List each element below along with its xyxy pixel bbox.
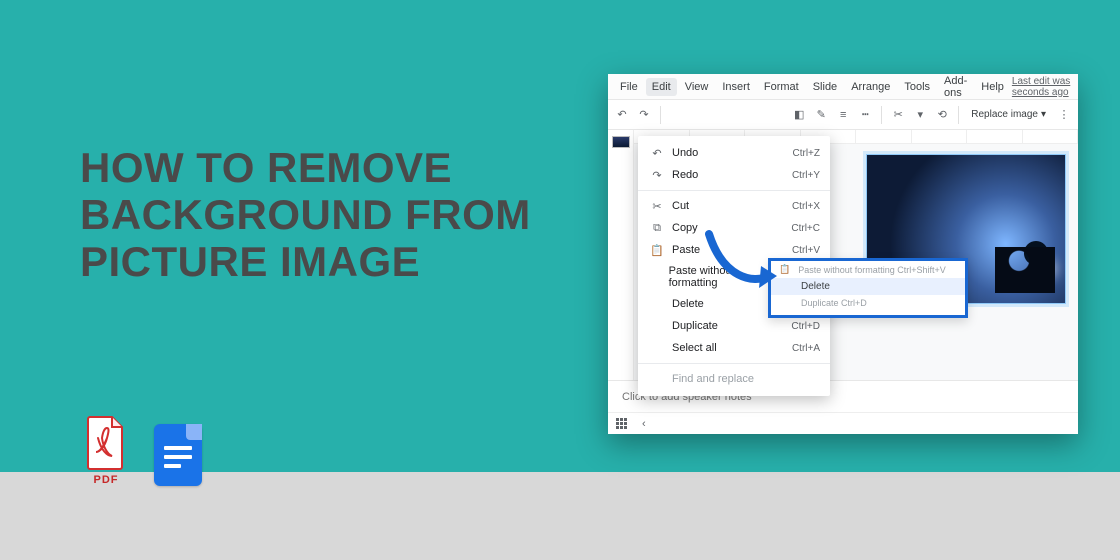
replace-image-button[interactable]: Replace image▾ bbox=[967, 107, 1050, 122]
mask-icon[interactable]: ▾ bbox=[912, 107, 928, 123]
last-edit-link[interactable]: Last edit was seconds ago bbox=[1012, 76, 1072, 98]
annotation-arrow bbox=[703, 228, 783, 301]
menu-edit[interactable]: Edit bbox=[646, 78, 677, 96]
zoom-row-delete[interactable]: Delete bbox=[771, 278, 965, 295]
more-icon[interactable]: ⋮ bbox=[1056, 107, 1072, 123]
toolbar: ↶ ↷ ◧ ✎ ≡ ┅ ✂ ▾ ⟲ Replace image▾ ⋮ bbox=[608, 100, 1078, 130]
page-title: HOW TO REMOVE BACKGROUND FROM PICTURE IM… bbox=[80, 144, 540, 285]
undo-icon[interactable]: ↶ bbox=[614, 107, 630, 123]
chevron-left-icon[interactable]: ‹ bbox=[642, 418, 646, 430]
menubar: File Edit View Insert Format Slide Arran… bbox=[608, 74, 1078, 100]
slide-thumbnail[interactable] bbox=[612, 136, 630, 148]
undo-icon: ↶ bbox=[650, 146, 664, 160]
pdf-icon[interactable]: PDF bbox=[80, 416, 132, 486]
dd-find-replace[interactable]: Find and replace bbox=[638, 368, 830, 390]
copy-icon: ⧉ bbox=[650, 221, 664, 235]
dd-redo[interactable]: ↷RedoCtrl+Y bbox=[638, 164, 830, 186]
zoom-row-top: 📋Paste without formatting Ctrl+Shift+V bbox=[771, 261, 965, 278]
reset-icon[interactable]: ⟲ bbox=[934, 107, 950, 123]
zoom-callout: 📋Paste without formatting Ctrl+Shift+V D… bbox=[768, 258, 968, 318]
menu-help[interactable]: Help bbox=[975, 78, 1010, 96]
thumbnail-strip[interactable] bbox=[608, 130, 634, 380]
cut-icon: ✂ bbox=[650, 199, 664, 213]
grid-view-icon[interactable] bbox=[616, 418, 628, 430]
menu-view[interactable]: View bbox=[679, 78, 715, 96]
fill-color-icon[interactable]: ◧ bbox=[791, 107, 807, 123]
menu-slide[interactable]: Slide bbox=[807, 78, 843, 96]
menu-insert[interactable]: Insert bbox=[716, 78, 756, 96]
menu-file[interactable]: File bbox=[614, 78, 644, 96]
redo-icon: ↷ bbox=[650, 168, 664, 182]
dd-select-all[interactable]: Select allCtrl+A bbox=[638, 337, 830, 359]
menu-addons[interactable]: Add-ons bbox=[938, 72, 973, 102]
footer-bar: ‹ bbox=[608, 412, 1078, 434]
border-dash-icon[interactable]: ┅ bbox=[857, 107, 873, 123]
paste-icon: 📋 bbox=[650, 243, 664, 257]
google-docs-icon[interactable] bbox=[154, 424, 202, 486]
zoom-row-bottom: Duplicate Ctrl+D bbox=[771, 295, 965, 311]
menu-arrange[interactable]: Arrange bbox=[845, 78, 896, 96]
dd-undo[interactable]: ↶UndoCtrl+Z bbox=[638, 142, 830, 164]
canvas: ↶UndoCtrl+Z ↷RedoCtrl+Y ✂CutCtrl+X ⧉Copy… bbox=[608, 130, 1078, 380]
redo-icon[interactable]: ↷ bbox=[636, 107, 652, 123]
dd-duplicate[interactable]: DuplicateCtrl+D bbox=[638, 315, 830, 337]
slides-screenshot: File Edit View Insert Format Slide Arran… bbox=[608, 74, 1078, 434]
crop-icon[interactable]: ✂ bbox=[890, 107, 906, 123]
border-color-icon[interactable]: ✎ bbox=[813, 107, 829, 123]
dd-cut[interactable]: ✂CutCtrl+X bbox=[638, 195, 830, 217]
export-icons: PDF bbox=[80, 416, 202, 486]
menu-format[interactable]: Format bbox=[758, 78, 805, 96]
chevron-down-icon: ▾ bbox=[1041, 109, 1046, 120]
border-weight-icon[interactable]: ≡ bbox=[835, 107, 851, 123]
menu-tools[interactable]: Tools bbox=[898, 78, 936, 96]
pdf-label: PDF bbox=[94, 474, 119, 486]
